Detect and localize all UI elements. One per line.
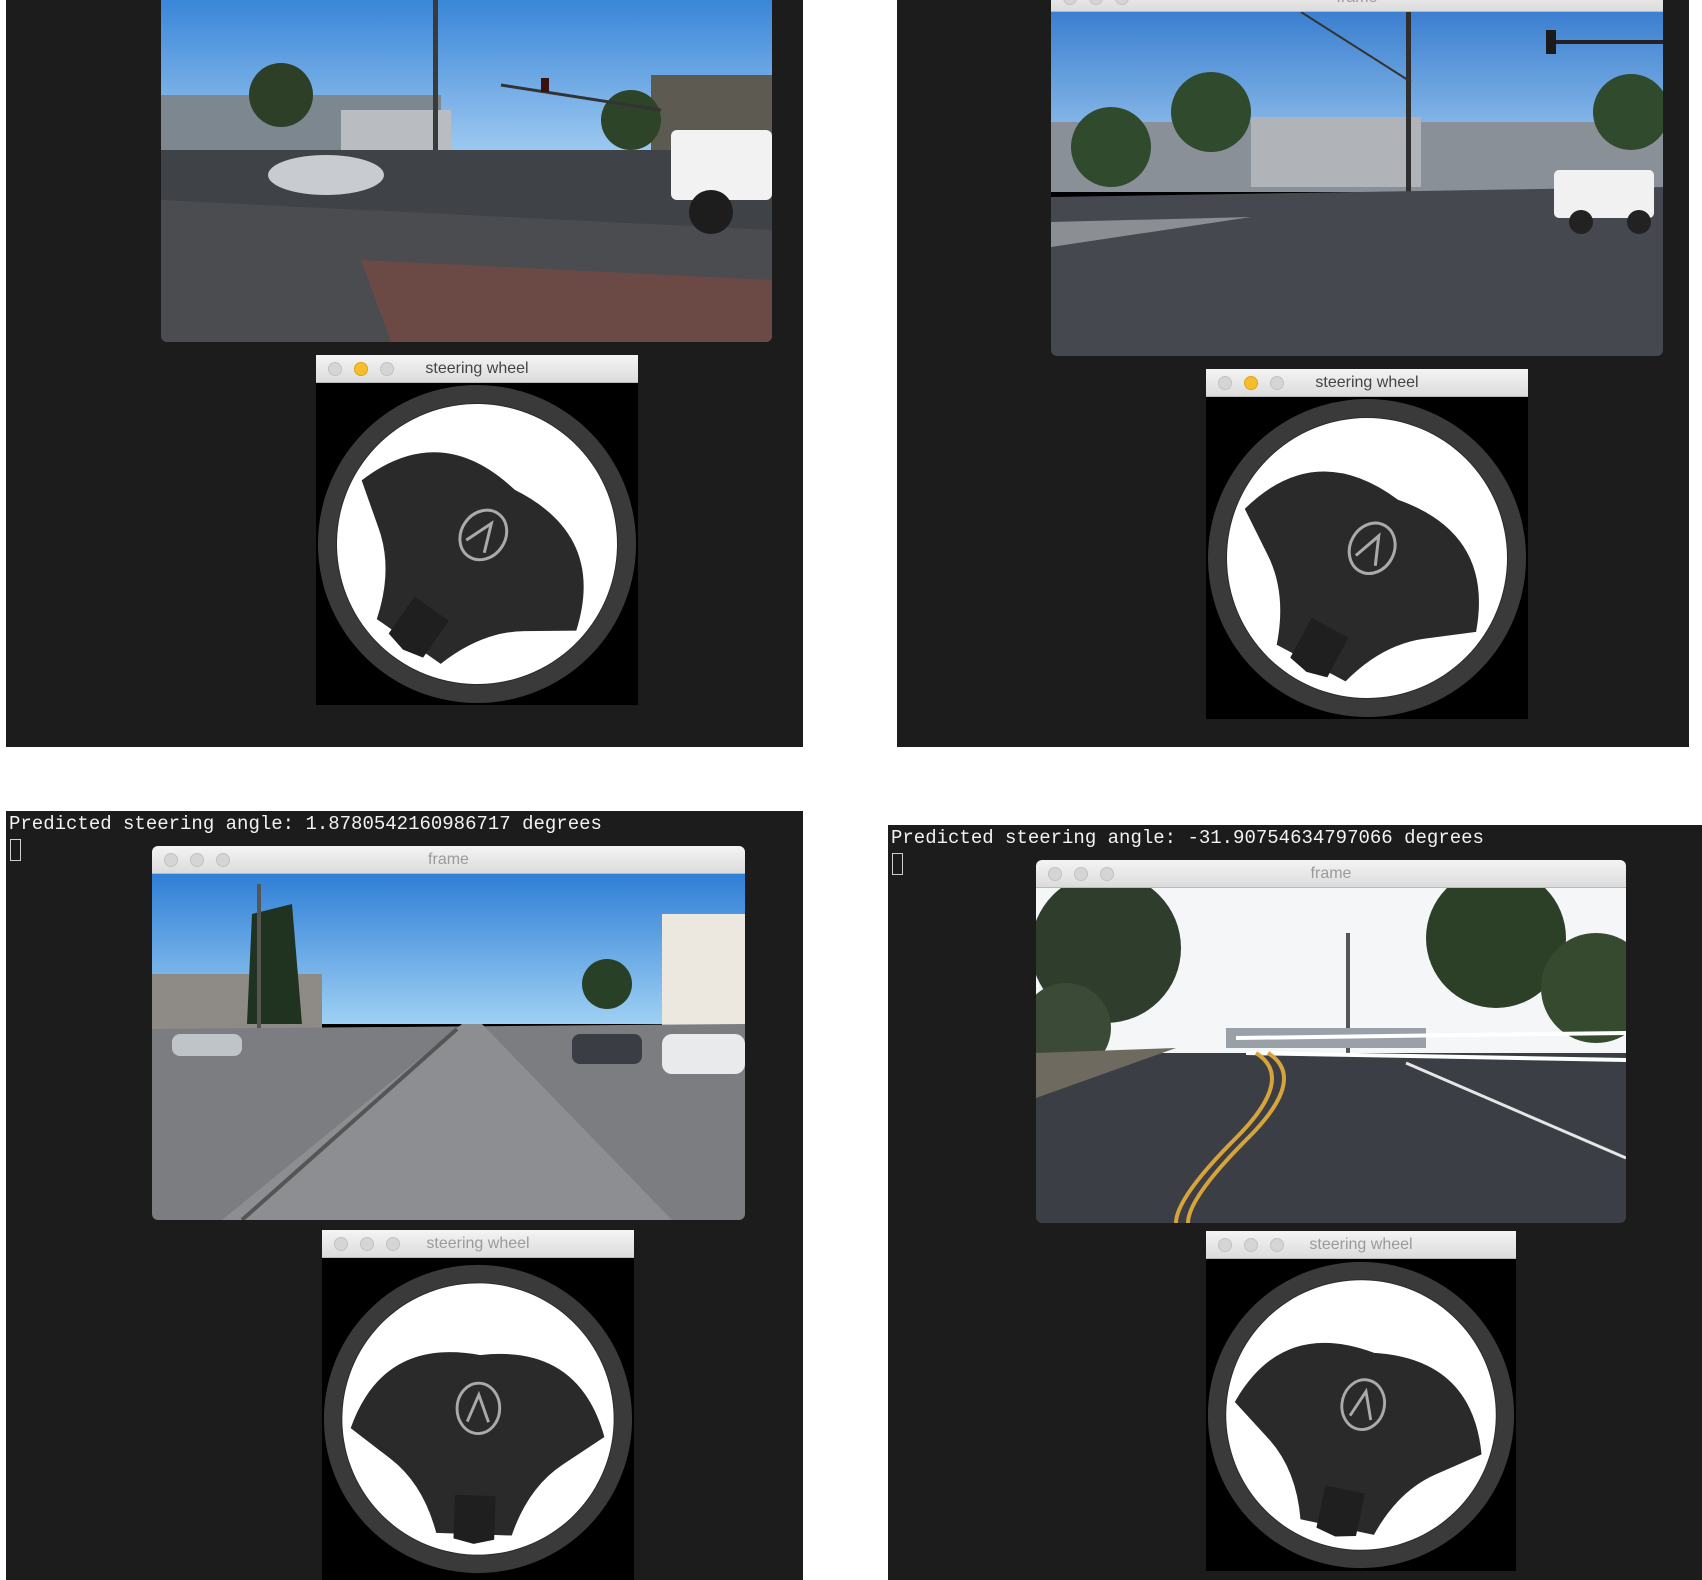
steering-wheel-image (1207, 1261, 1515, 1569)
steering-wheel-image (323, 1264, 633, 1574)
steering-wheel-window[interactable]: steering wheel (1206, 1231, 1516, 1571)
frame-window[interactable]: frame (1036, 860, 1626, 1223)
window-title: steering wheel (425, 360, 529, 377)
camera-frame-image (161, 0, 772, 342)
frame-window[interactable]: frame (152, 846, 745, 1220)
window-title: steering wheel (426, 1235, 530, 1252)
terminal-panel-bottom-left: Predicted steering angle: 1.878054216098… (6, 811, 803, 1580)
terminal-panel-top-left: steering wheel (6, 0, 803, 747)
titlebar[interactable]: steering wheel (1206, 1231, 1516, 1259)
window-title: frame (428, 851, 469, 868)
window-title: frame (1051, 0, 1663, 12)
titlebar[interactable]: frame (152, 846, 745, 874)
window-title: steering wheel (1309, 1236, 1413, 1253)
terminal-panel-bottom-right: Predicted steering angle: -31.9075463479… (888, 825, 1702, 1580)
steering-wheel-image (1208, 399, 1526, 717)
frame-window[interactable]: frame (1051, 0, 1663, 356)
titlebar[interactable]: steering wheel (316, 355, 638, 383)
steering-wheel-window[interactable]: steering wheel (1206, 369, 1528, 719)
terminal-cursor (10, 839, 21, 861)
titlebar[interactable]: steering wheel (1206, 369, 1528, 397)
steering-wheel-image (318, 385, 636, 703)
terminal-output-line: Predicted steering angle: 1.878054216098… (9, 813, 602, 835)
terminal-output-line: Predicted steering angle: -31.9075463479… (891, 827, 1484, 849)
terminal-panel-top-right: frame (897, 0, 1689, 747)
camera-frame-image (1051, 12, 1663, 356)
steering-wheel-window[interactable]: steering wheel (322, 1230, 634, 1580)
titlebar[interactable]: frame (1051, 0, 1663, 12)
titlebar[interactable]: steering wheel (322, 1230, 634, 1258)
steering-wheel-window[interactable]: steering wheel (316, 355, 638, 705)
camera-frame-image (152, 874, 745, 1220)
frame-window[interactable] (161, 0, 772, 342)
window-title: steering wheel (1315, 374, 1419, 391)
terminal-cursor (892, 853, 903, 875)
camera-frame-image (1036, 888, 1626, 1223)
titlebar[interactable]: frame (1036, 860, 1626, 888)
window-title: frame (1310, 865, 1352, 882)
